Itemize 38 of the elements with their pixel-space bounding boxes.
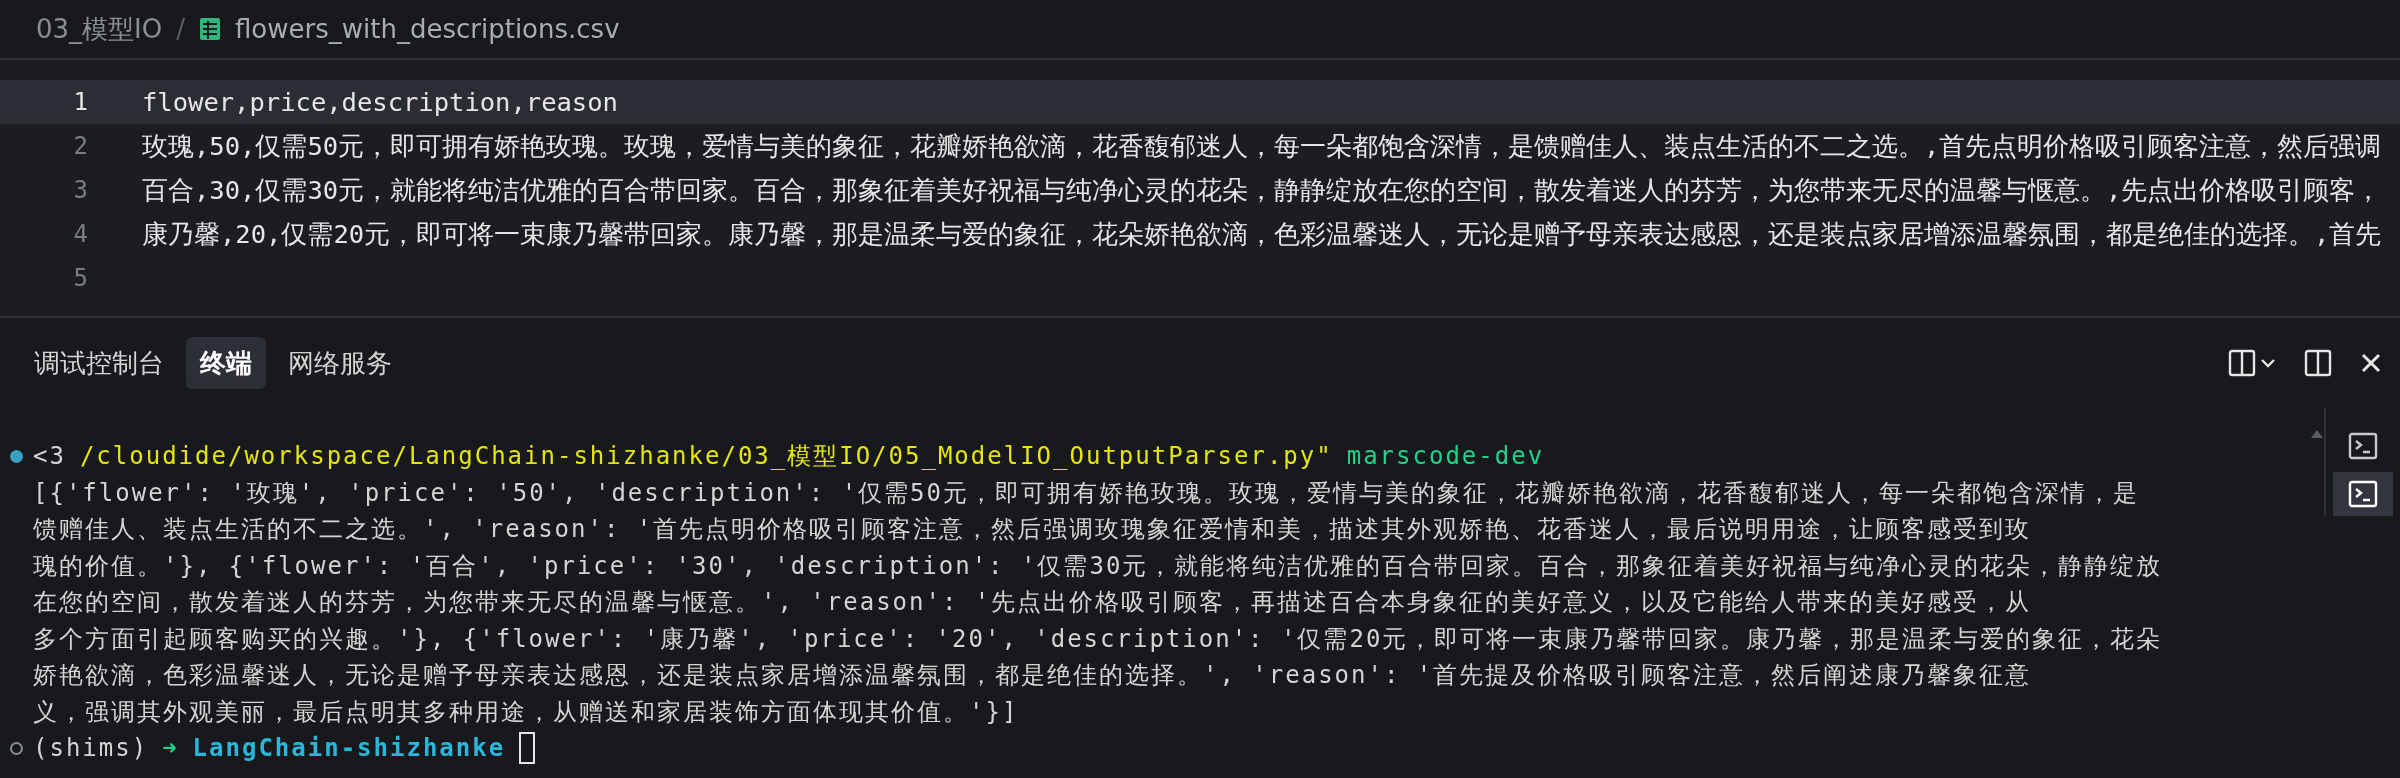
terminal-text: [{'flower': '玫瑰', 'price': '50', 'description': '仅需50元，即可拥有娇艳玫瑰。玫瑰，爱情与美的象征，花瓣娇艳欲滴，花香馥郁迷人，每一朵都饱含深情，是 [33, 477, 2139, 509]
panel-tab[interactable]: 网络服务 [274, 337, 406, 389]
chevron-down-icon [2260, 358, 2276, 368]
folder-breadcrumb[interactable]: 03_模型IO [36, 9, 163, 49]
terminal-text: marscode-dev [1346, 441, 1545, 472]
line-number: 2 [72, 131, 89, 162]
terminal-text: 瑰的价值。'}, {'flower': '百合', 'price': '30', 'description': '仅需30元，就能将纯洁优雅的百合带回家。百合，那象征着美好祝福与纯净心灵的花朵，静静绽放 [33, 550, 2163, 582]
code-line: 康乃馨,20,仅需20元，即可将一束康乃馨带回家。康乃馨，那是温柔与爱的象征，花朵娇艳欲滴，色彩温馨迷人，无论是赠予母亲表达感恩，还是装点家居增添温馨氛围，都是绝佳的选择。,首先 [142, 217, 2382, 251]
line-number: 3 [72, 175, 89, 206]
panel-tab[interactable]: 调试控制台 [20, 337, 178, 389]
code-line: 百合,30,仅需30元，就能将纯洁优雅的百合带回家。百合，那象征着美好祝福与纯净心灵的花朵，静静绽放在您的空间，散发着迷人的芬芳，为您带来无尽的温馨与惬意。,先点出价格吸引顾客， [142, 173, 2382, 207]
split-dropdown-button[interactable] [2228, 349, 2276, 377]
code-line: flower,price,description,reason [142, 85, 618, 119]
file-breadcrumb[interactable]: flowers_with_descriptions.csv [235, 9, 620, 49]
terminal-text: 馈赠佳人、装点生活的不二之选。', 'reason': '首先点明价格吸引顾客注意，然后强调玫瑰象征爱情和美，描述其外观娇艳、花香迷人，最后说明用途，让顾客感受到玫 [33, 514, 2032, 545]
line-number: 4 [72, 219, 89, 250]
close-icon[interactable] [2360, 352, 2382, 374]
line-number: 5 [72, 263, 89, 294]
terminal-icon [2348, 480, 2378, 508]
terminal-text: (shims) [33, 733, 149, 764]
terminal-text: LangChain-shizhanke [192, 733, 506, 764]
terminal-text: 义，强调其外观美丽，最后点明其多种用途，从赠送和家居装饰方面体现其价值。'}] [33, 696, 1019, 728]
line-number: 1 [72, 87, 89, 118]
table-file-icon [199, 17, 221, 41]
split-panel-icon [2228, 349, 2256, 377]
breadcrumb-separator: / [176, 12, 185, 46]
split-panel-icon[interactable] [2304, 349, 2332, 377]
terminal-text: 多个方面引起顾客购买的兴趣。'}, {'flower': '康乃馨', 'price': '20', 'description': '仅需20元，即可将一束康乃馨带回家。康乃馨，那是温柔与爱的象征，花朵 [33, 623, 2163, 655]
code-line: 玫瑰,50,仅需50元，即可拥有娇艳玫瑰。玫瑰，爱情与美的象征，花瓣娇艳欲滴，花香馥郁迷人，每一朵都饱含深情，是馈赠佳人、装点生活的不二之选。,首先点明价格吸引顾客注意，然后强调 [142, 129, 2382, 163]
terminal-text: 在您的空间，散发着迷人的芬芳，为您带来无尽的温馨与惬意。', 'reason': '先点出价格吸引顾客，再描述百合本身象征的美好意义，以及它能给人带来的美好感受，从 [33, 587, 2032, 618]
panel-tab[interactable]: 终端 [186, 337, 266, 389]
scroll-up-icon[interactable] [2311, 430, 2323, 438]
terminal-text: ➜ [162, 733, 179, 764]
terminal-icon [2348, 432, 2378, 460]
terminal-text: <3 [33, 441, 66, 472]
terminal-text: 娇艳欲滴，色彩温馨迷人，无论是赠予母亲表达感恩，还是装点家居增添温馨氛围，都是绝佳的选择。', 'reason': '首先提及价格吸引顾客注意，然后阐述康乃馨象征意 [33, 660, 2032, 691]
terminal-tab[interactable] [2333, 472, 2393, 516]
terminal-text: /cloudide/workspace/LangChain-shizhanke/03_模型IO/05_ModelIO_OutputParser.py" [79, 441, 1333, 472]
